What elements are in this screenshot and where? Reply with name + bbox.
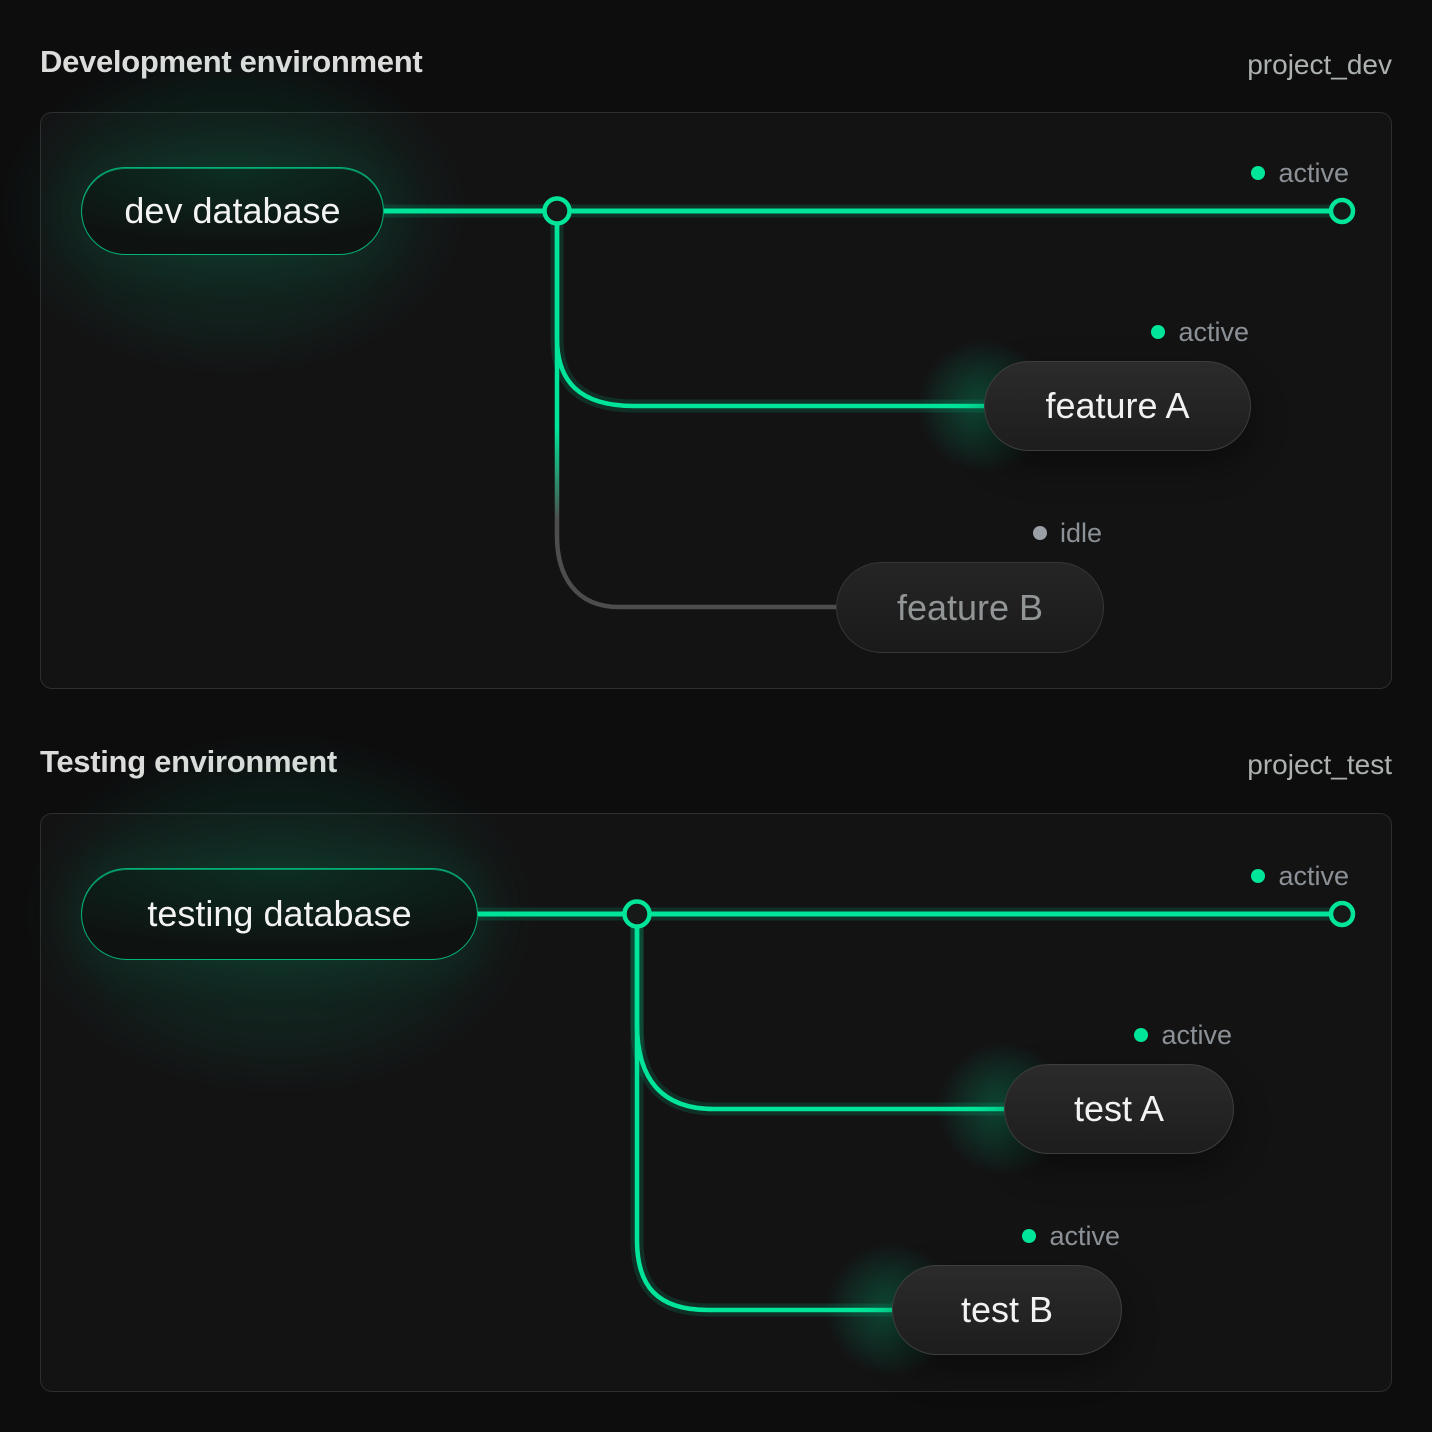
feature-a-node[interactable]: feature A (984, 361, 1251, 451)
test-a-status-label: active (1161, 1020, 1232, 1051)
test-environment-panel: testing database active test A active te… (40, 813, 1392, 1392)
test-a-status: active (1134, 1020, 1232, 1050)
test-b-status: active (1022, 1221, 1120, 1251)
test-b-status-label: active (1049, 1221, 1120, 1252)
feature-b-node[interactable]: feature B (836, 562, 1104, 653)
feature-a-status-label: active (1178, 317, 1249, 348)
dev-feature-a-line (557, 211, 984, 406)
feature-a-status: active (1151, 317, 1249, 347)
active-status-dot (1251, 166, 1265, 180)
feature-b-label: feature B (897, 587, 1043, 629)
branching-diagram: Development environment project_dev dev (0, 0, 1432, 1432)
dev-feature-a-line-glow (557, 211, 984, 406)
testing-database-label: testing database (147, 893, 411, 935)
dev-trunk-status: active (1251, 158, 1349, 188)
test-trunk-status-label: active (1278, 861, 1349, 892)
active-status-dot (1134, 1028, 1148, 1042)
active-status-dot (1151, 325, 1165, 339)
dev-trunk-status-label: active (1278, 158, 1349, 189)
test-a-line (637, 914, 1004, 1109)
test-a-node[interactable]: test A (1004, 1064, 1234, 1154)
test-trunk-endpoint-node (1331, 903, 1353, 925)
dev-section-title: Development environment (40, 44, 422, 80)
active-status-dot (1251, 869, 1265, 883)
test-branch-junction-node (625, 902, 650, 927)
test-b-node[interactable]: test B (892, 1265, 1122, 1355)
testing-database-node[interactable]: testing database (81, 868, 478, 960)
test-trunk-status: active (1251, 861, 1349, 891)
dev-environment-panel: dev database active feature A active fea… (40, 112, 1392, 689)
idle-status-dot (1033, 526, 1047, 540)
active-status-dot (1022, 1229, 1036, 1243)
feature-a-label: feature A (1045, 385, 1189, 427)
test-b-label: test B (961, 1289, 1053, 1331)
test-a-line-glow (637, 914, 1004, 1109)
test-a-label: test A (1074, 1088, 1164, 1130)
dev-database-node[interactable]: dev database (81, 167, 384, 255)
dev-trunk-endpoint-node (1331, 200, 1353, 222)
feature-b-status: idle (1033, 518, 1102, 548)
dev-database-label: dev database (124, 190, 340, 232)
dev-project-label: project_dev (1247, 49, 1392, 81)
test-section-title: Testing environment (40, 744, 337, 780)
test-project-label: project_test (1247, 749, 1392, 781)
dev-branch-junction-node (545, 199, 570, 224)
feature-b-status-label: idle (1060, 518, 1102, 549)
